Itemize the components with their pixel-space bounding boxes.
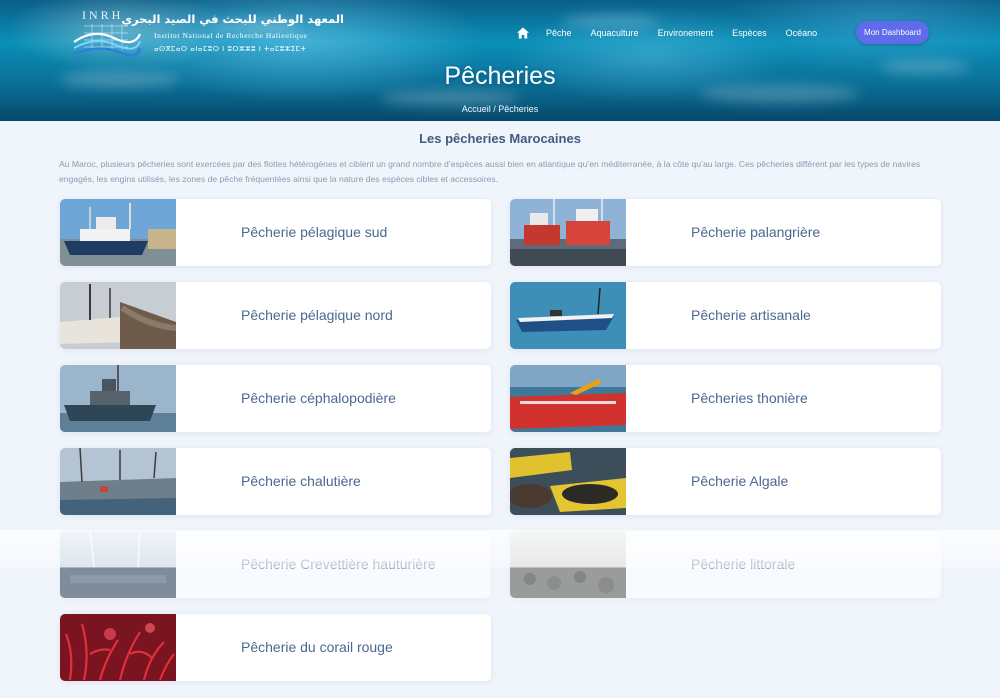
home-icon[interactable] xyxy=(516,26,530,40)
fishery-photo xyxy=(510,365,626,432)
breadcrumb-current: Pêcheries xyxy=(498,104,539,114)
logo-tifinagh-name: ⴰⵙⴳⵎⴰⵔ ⴰⵏⴰⵎⵓⵔ ⵏ ⵓⵔⵣⵣⵓ ⵏ ⵜⴰⵎⵓⵣⵉⵎⵜ xyxy=(154,45,307,53)
fishery-label: Pêcherie pélagique nord xyxy=(241,307,393,323)
fishery-card-palangriere[interactable]: Pêcherie palangrière xyxy=(510,199,941,266)
fishery-photo xyxy=(510,282,626,349)
fishery-card-artisanale[interactable]: Pêcherie artisanale xyxy=(510,282,941,349)
fishery-card-thoniere[interactable]: Pêcheries thonière xyxy=(510,365,941,432)
fishery-photo xyxy=(60,614,176,681)
nav-item-oceano[interactable]: Océano xyxy=(786,28,818,38)
fishery-label: Pêcherie littorale xyxy=(691,556,796,572)
inrh-logo[interactable]: INRH المعهد الوطني للبحث في الصيد البحري… xyxy=(70,8,344,68)
main-nav: Pêche Aquaculture Environement Espèces O… xyxy=(516,22,836,44)
fishery-label: Pêcherie du corail rouge xyxy=(241,639,393,655)
page-title: Pêcheries xyxy=(444,62,556,90)
fishery-photo xyxy=(60,448,176,515)
fishery-photo xyxy=(60,365,176,432)
fishery-card-pelagique-sud[interactable]: Pêcherie pélagique sud xyxy=(60,199,491,266)
nav-item-aquaculture[interactable]: Aquaculture xyxy=(591,28,639,38)
fishery-photo xyxy=(510,199,626,266)
logo-arabic-name: المعهد الوطني للبحث في الصيد البحري xyxy=(121,12,344,26)
fishery-label: Pêcherie Crevettière hauturière xyxy=(241,556,436,572)
fishery-photo xyxy=(60,282,176,349)
hero-banner: INRH المعهد الوطني للبحث في الصيد البحري… xyxy=(0,0,1000,121)
fishery-card-littorale[interactable]: Pêcherie littorale xyxy=(510,531,941,598)
intro-paragraph: Au Maroc, plusieurs pêcheries sont exerc… xyxy=(59,159,921,184)
nav-item-environement[interactable]: Environement xyxy=(658,28,714,38)
fishery-card-crevettiere-hauturiere[interactable]: Pêcherie Crevettière hauturière xyxy=(60,531,491,598)
fishery-card-algale[interactable]: Pêcherie Algale xyxy=(510,448,941,515)
fishery-card-corail-rouge[interactable]: Pêcherie du corail rouge xyxy=(60,614,491,681)
fishery-label: Pêcherie chalutière xyxy=(241,473,361,489)
fishery-card-chalutiere[interactable]: Pêcherie chalutière xyxy=(60,448,491,515)
fishery-label: Pêcheries thonière xyxy=(691,390,808,406)
logo-french-name: Institut National de Recherche Halieutiq… xyxy=(154,31,308,40)
nav-item-peche[interactable]: Pêche xyxy=(546,28,572,38)
dashboard-button[interactable]: Mon Dashboard xyxy=(856,21,929,44)
breadcrumb-home[interactable]: Accueil xyxy=(462,104,491,114)
fishery-label: Pêcherie céphalopodière xyxy=(241,390,396,406)
fishery-card-pelagique-nord[interactable]: Pêcherie pélagique nord xyxy=(60,282,491,349)
section-title: Les pêcheries Marocaines xyxy=(419,131,581,146)
fishery-photo xyxy=(60,531,176,598)
fishery-label: Pêcherie artisanale xyxy=(691,307,811,323)
fishery-label: Pêcherie Algale xyxy=(691,473,789,489)
fishery-card-cephalopodiere[interactable]: Pêcherie céphalopodière xyxy=(60,365,491,432)
fishery-photo xyxy=(510,531,626,598)
nav-item-especes[interactable]: Espèces xyxy=(732,28,767,38)
fishery-label: Pêcherie palangrière xyxy=(691,224,821,240)
fishery-photo xyxy=(60,199,176,266)
fishery-photo xyxy=(510,448,626,515)
breadcrumb: Accueil / Pêcheries xyxy=(0,104,1000,114)
fishery-label: Pêcherie pélagique sud xyxy=(241,224,388,240)
